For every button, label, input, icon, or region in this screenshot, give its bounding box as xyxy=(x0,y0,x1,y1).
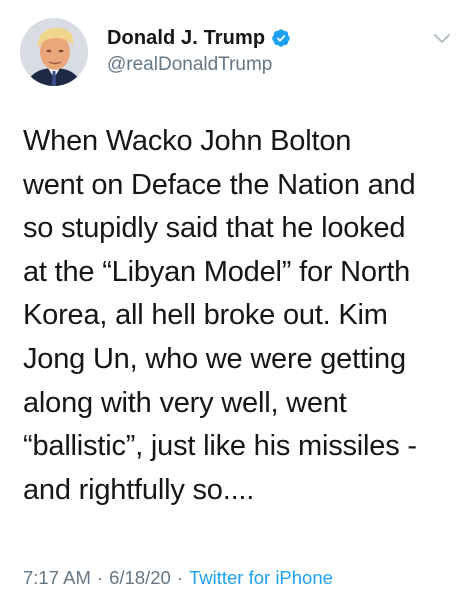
user-handle[interactable]: @realDonaldTrump xyxy=(107,54,291,76)
avatar[interactable] xyxy=(20,18,88,86)
tweet-card: Donald J. Trump @realDonaldTrump When Wa… xyxy=(0,0,474,593)
display-name[interactable]: Donald J. Trump xyxy=(107,27,265,50)
tweet-time[interactable]: 7:17 AM xyxy=(23,567,91,588)
name-row: Donald J. Trump xyxy=(107,26,291,50)
chevron-down-icon xyxy=(434,34,450,43)
verified-badge-icon xyxy=(271,28,291,48)
tweet-date[interactable]: 6/18/20 xyxy=(109,567,171,588)
meta-separator: · xyxy=(176,567,183,588)
tweet-source-link[interactable]: Twitter for iPhone xyxy=(189,567,333,588)
tweet-meta: 7:17 AM · 6/18/20 · Twitter for iPhone xyxy=(23,567,333,589)
meta-separator: · xyxy=(96,567,104,588)
tweet-text: When Wacko John Bolton went on Deface th… xyxy=(23,125,417,506)
author-block: Donald J. Trump @realDonaldTrump xyxy=(107,26,291,76)
avatar-image xyxy=(20,18,88,86)
tweet-menu-button[interactable] xyxy=(428,28,456,50)
